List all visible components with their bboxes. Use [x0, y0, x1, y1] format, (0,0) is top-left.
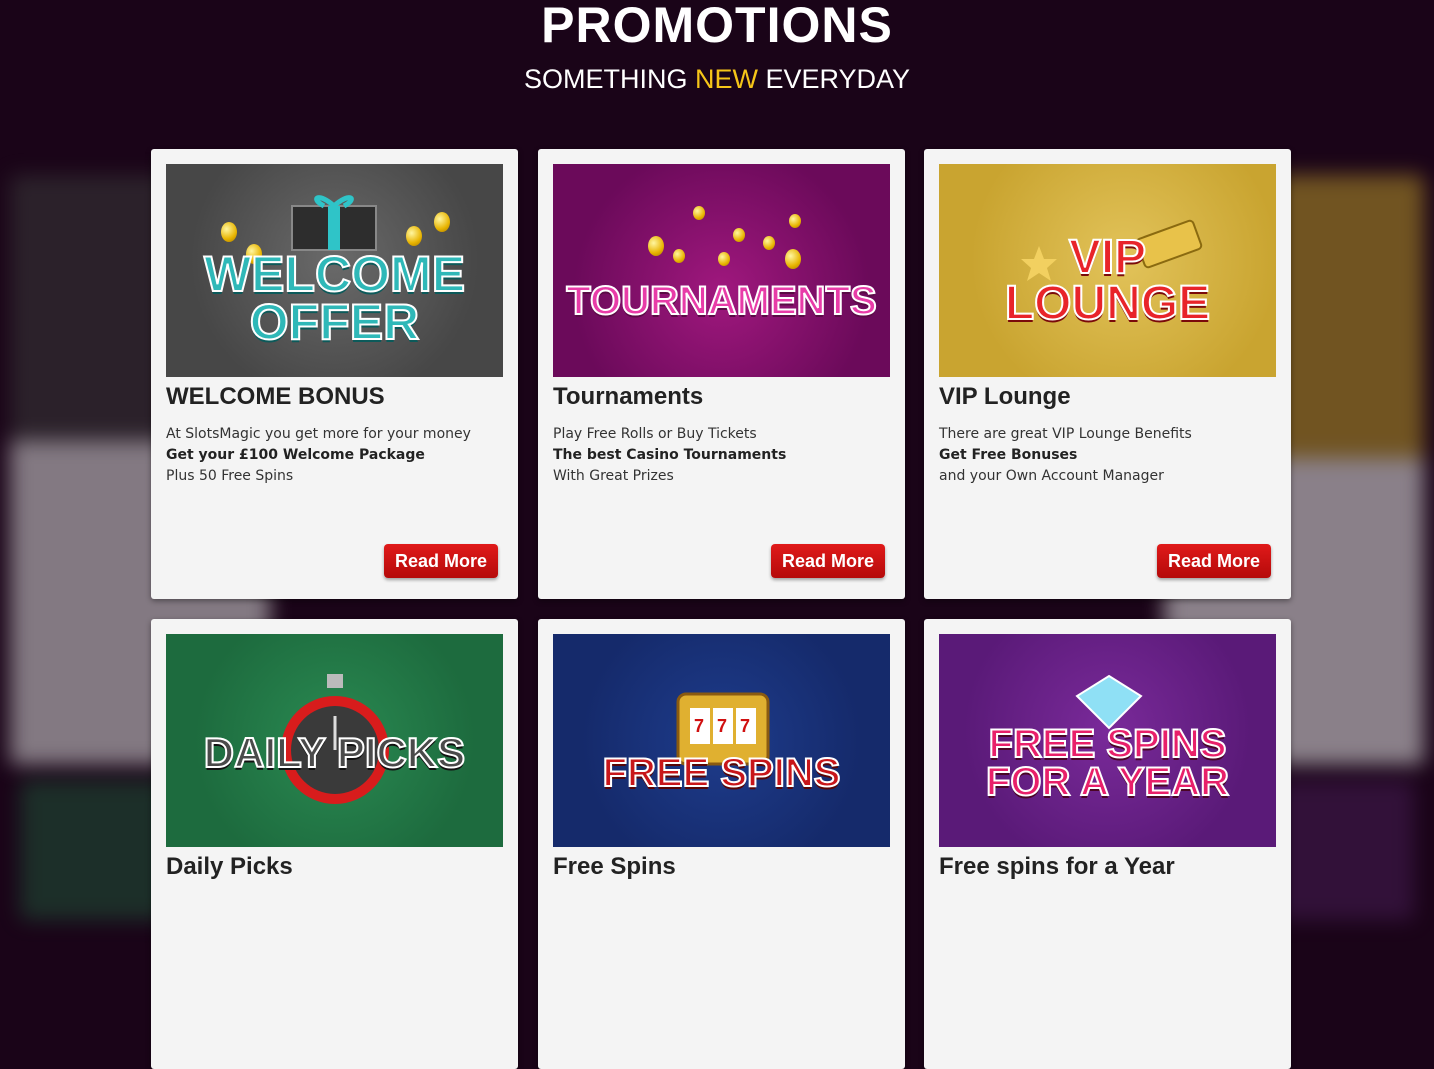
coin-icon: [648, 236, 664, 256]
card-title: Tournaments: [553, 383, 704, 410]
subtitle-part1: SOMETHING: [523, 64, 695, 94]
gift-box-icon: [291, 195, 377, 251]
promo-card-daily-picks: DAILY PICKS Daily Picks: [151, 619, 518, 1069]
coin-icon: [693, 206, 705, 220]
coin-icon: [785, 249, 801, 269]
promo-card-free-spins: 7 7 7 FREE SPINS Free Spins: [538, 619, 905, 1069]
desc-line1: There are great VIP Lounge Benefits: [939, 426, 1192, 442]
image-text-line1: DAILY PICKS: [203, 728, 466, 776]
promo-card-free-spins-for-a-year: FREE SPINS FOR A YEAR Free spins for a Y…: [924, 619, 1291, 1069]
image-text-line1: FREE SPINS: [602, 750, 842, 795]
read-more-button[interactable]: Read More: [384, 544, 498, 578]
desc-line1: Play Free Rolls or Buy Tickets: [553, 426, 757, 442]
card-description: Play Free Rolls or Buy Tickets The best …: [553, 424, 786, 487]
page-subtitle: SOMETHING NEW EVERYDAY: [0, 64, 1434, 95]
desc-line3: and your Own Account Manager: [939, 468, 1164, 484]
card-description: At SlotsMagic you get more for your mone…: [166, 424, 471, 487]
card-title: VIP Lounge: [939, 383, 1071, 410]
coin-icon: [789, 214, 801, 228]
subtitle-accent: NEW: [694, 64, 758, 94]
card-title: Free spins for a Year: [939, 853, 1175, 880]
coin-icon: [221, 222, 237, 242]
desc-line3: With Great Prizes: [553, 468, 674, 484]
coin-icon: [763, 236, 775, 250]
coin-icon: [733, 228, 745, 242]
image-text-line1: WELCOME: [203, 246, 466, 302]
page-title: PROMOTIONS: [541, 0, 893, 53]
read-more-button[interactable]: Read More: [771, 544, 885, 578]
card-description: There are great VIP Lounge Benefits Get …: [939, 424, 1192, 487]
desc-line2: Get Free Bonuses: [939, 447, 1078, 463]
free-spins-year-image: FREE SPINS FOR A YEAR: [939, 634, 1276, 847]
card-title: WELCOME BONUS: [166, 383, 385, 410]
coin-icon: [406, 226, 422, 246]
vip-lounge-image: VIP LOUNGE: [939, 164, 1276, 377]
promotions-header: PROMOTIONS SOMETHING NEW EVERYDAY: [0, 0, 1434, 95]
image-text-line2: LOUNGE: [1004, 276, 1211, 330]
daily-picks-image: DAILY PICKS: [166, 634, 503, 847]
image-text-line2: FOR A YEAR: [985, 759, 1230, 804]
desc-line2: Get your £100 Welcome Package: [166, 447, 425, 463]
subtitle-part2: EVERYDAY: [757, 64, 911, 94]
desc-line1: At SlotsMagic you get more for your mone…: [166, 426, 471, 442]
svg-text:7: 7: [717, 716, 727, 736]
image-text-line1: FREE SPINS: [988, 721, 1228, 766]
coin-icon: [434, 212, 450, 232]
card-title: Free Spins: [553, 853, 676, 880]
promo-card-tournaments: TOURNAMENTS Tournaments Play Free Rolls …: [538, 149, 905, 599]
read-more-button[interactable]: Read More: [1157, 544, 1271, 578]
free-spins-image: 7 7 7 FREE SPINS: [553, 634, 890, 847]
coin-icon: [718, 252, 730, 266]
promo-card-welcome-bonus: WELCOME OFFER WELCOME BONUS At SlotsMagi…: [151, 149, 518, 599]
image-text-line1: VIP: [1068, 230, 1147, 284]
image-text-line2: OFFER: [249, 293, 420, 350]
tournaments-image: TOURNAMENTS: [553, 164, 890, 377]
promo-card-vip-lounge: VIP LOUNGE VIP Lounge There are great VI…: [924, 149, 1291, 599]
desc-line2: The best Casino Tournaments: [553, 447, 787, 463]
card-title: Daily Picks: [166, 853, 293, 880]
svg-text:7: 7: [694, 716, 704, 736]
coin-icon: [673, 249, 685, 263]
welcome-offer-image: WELCOME OFFER: [166, 164, 503, 377]
svg-text:7: 7: [740, 716, 750, 736]
desc-line3: Plus 50 Free Spins: [166, 468, 294, 484]
image-text-line1: TOURNAMENTS: [565, 278, 877, 323]
